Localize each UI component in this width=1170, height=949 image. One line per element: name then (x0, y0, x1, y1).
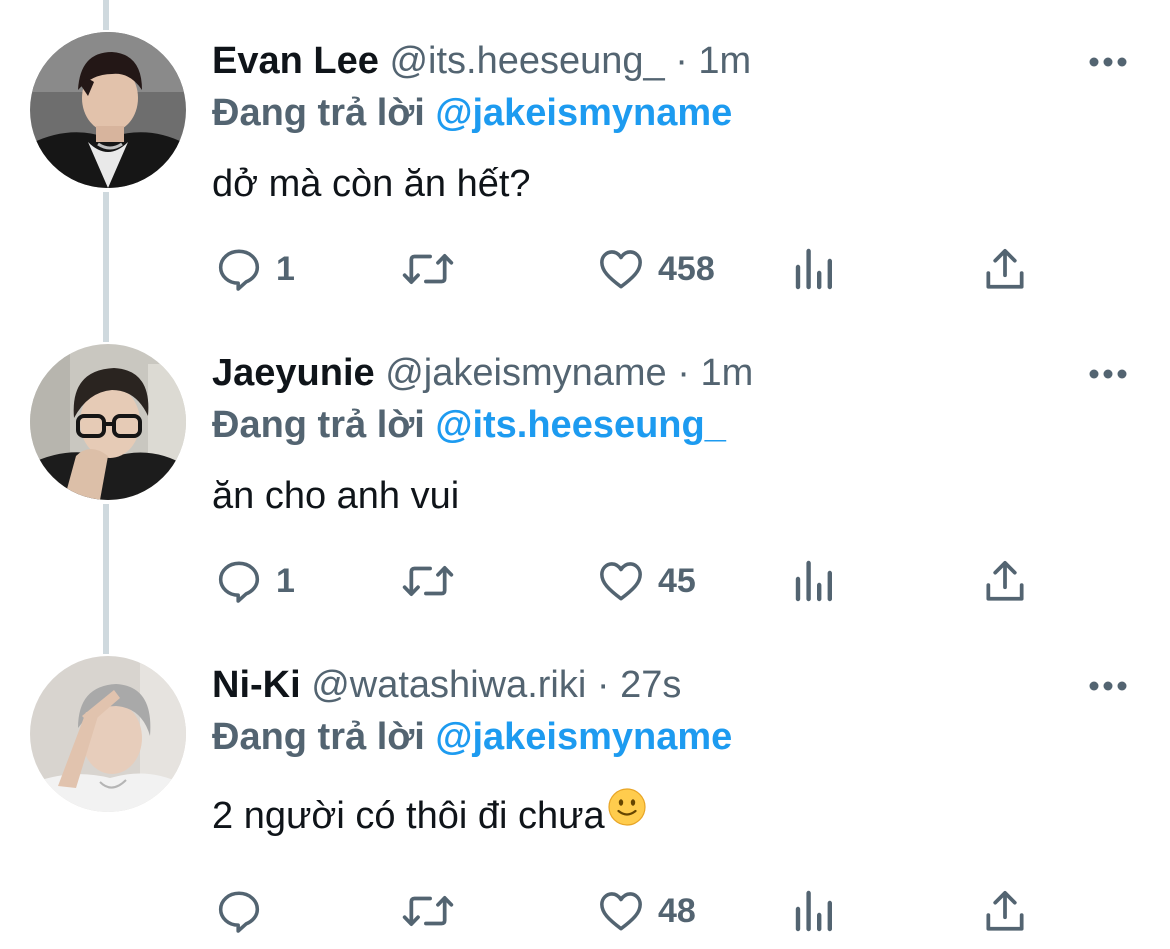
timestamp[interactable]: 1m (700, 352, 753, 394)
replying-to-label: Đang trả lời (212, 92, 425, 134)
reply-icon (218, 891, 260, 933)
share-button[interactable] (980, 878, 1030, 944)
more-options-button[interactable] (1084, 672, 1132, 700)
like-button[interactable]: 45 (596, 548, 696, 614)
like-icon (600, 250, 642, 289)
slightly-smiling-face-icon (607, 787, 647, 841)
timestamp[interactable]: 27s (620, 664, 681, 706)
reply-count: 1 (276, 562, 295, 600)
display-name[interactable]: Evan Lee (212, 40, 379, 82)
share-icon (986, 561, 1024, 601)
reply-button[interactable]: 1 (214, 236, 295, 302)
separator-dot: · (677, 352, 690, 394)
share-icon (986, 891, 1024, 931)
reply-icon (218, 249, 260, 291)
reply-icon (218, 561, 260, 603)
tweet-actions: 48 (0, 878, 1170, 944)
replying-to-mention-link[interactable]: @jakeismyname (435, 92, 732, 134)
like-count: 458 (658, 250, 715, 288)
replying-to-mention-link[interactable]: @its.heeseung_ (435, 404, 725, 446)
display-name[interactable]: Ni-Ki (212, 664, 301, 706)
avatar[interactable] (30, 32, 186, 188)
replying-to: Đang trả lời @its.heeseung_ (212, 400, 726, 450)
more-options-button[interactable] (1084, 48, 1132, 76)
retweet-icon (402, 896, 454, 926)
tweet-text: 2 người có thôi đi chưa (212, 795, 605, 837)
replying-to-mention-link[interactable]: @jakeismyname (435, 716, 732, 758)
tweet[interactable]: Ni-Ki @watashiwa.riki · 27s Đang trả lời… (0, 624, 1170, 936)
user-handle[interactable]: @jakeismyname (385, 352, 666, 394)
analytics-icon (795, 890, 832, 932)
reply-thread: Evan Lee @its.heeseung_ · 1m Đang trả lờ… (0, 0, 1170, 949)
share-button[interactable] (980, 548, 1030, 614)
like-icon (600, 892, 642, 931)
user-handle[interactable]: @its.heeseung_ (389, 40, 664, 82)
analytics-icon (795, 560, 832, 602)
avatar[interactable] (30, 656, 186, 812)
retweet-icon (402, 254, 454, 284)
retweet-button[interactable] (400, 236, 456, 302)
analytics-icon (795, 248, 832, 290)
more-icon (1089, 681, 1127, 691)
share-icon (986, 249, 1024, 289)
more-icon (1089, 57, 1127, 67)
reply-count: 1 (276, 250, 295, 288)
reply-button[interactable] (214, 878, 276, 944)
like-button[interactable]: 458 (596, 236, 715, 302)
tweet[interactable]: Jaeyunie @jakeismyname · 1m Đang trả lời… (0, 312, 1170, 624)
tweet-text: dở mà còn ăn hết? (212, 163, 531, 205)
separator-dot: · (675, 40, 688, 82)
separator-dot: · (596, 664, 610, 706)
more-icon (1089, 369, 1127, 379)
tweet-actions: 1 45 (0, 548, 1170, 614)
like-count: 45 (658, 562, 696, 600)
tweet-text-container: 2 người có thôi đi chưa (212, 787, 647, 842)
tweet-text: ăn cho anh vui (212, 475, 460, 517)
more-options-button[interactable] (1084, 360, 1132, 388)
tweet-header: Jaeyunie @jakeismyname · 1m (212, 348, 753, 398)
view-analytics-button[interactable] (790, 548, 838, 614)
replying-to-label: Đang trả lời (212, 716, 425, 758)
replying-to-label: Đang trả lời (212, 404, 425, 446)
view-analytics-button[interactable] (790, 236, 838, 302)
tweet-header: Ni-Ki @watashiwa.riki · 27s (212, 660, 681, 710)
reply-button[interactable]: 1 (214, 548, 295, 614)
tweet-header: Evan Lee @its.heeseung_ · 1m (212, 36, 751, 86)
view-analytics-button[interactable] (790, 878, 838, 944)
replying-to: Đang trả lời @jakeismyname (212, 712, 732, 762)
avatar[interactable] (30, 344, 186, 500)
like-count: 48 (658, 892, 696, 930)
replying-to: Đang trả lời @jakeismyname (212, 88, 732, 138)
retweet-icon (402, 566, 454, 596)
tweet-actions: 1 458 (0, 236, 1170, 302)
share-button[interactable] (980, 236, 1030, 302)
like-icon (600, 562, 642, 601)
like-button[interactable]: 48 (596, 878, 696, 944)
retweet-button[interactable] (400, 548, 456, 614)
user-handle[interactable]: @watashiwa.riki (311, 664, 586, 706)
timestamp[interactable]: 1m (698, 40, 751, 82)
display-name[interactable]: Jaeyunie (212, 352, 375, 394)
tweet[interactable]: Evan Lee @its.heeseung_ · 1m Đang trả lờ… (0, 0, 1170, 312)
retweet-button[interactable] (400, 878, 456, 944)
